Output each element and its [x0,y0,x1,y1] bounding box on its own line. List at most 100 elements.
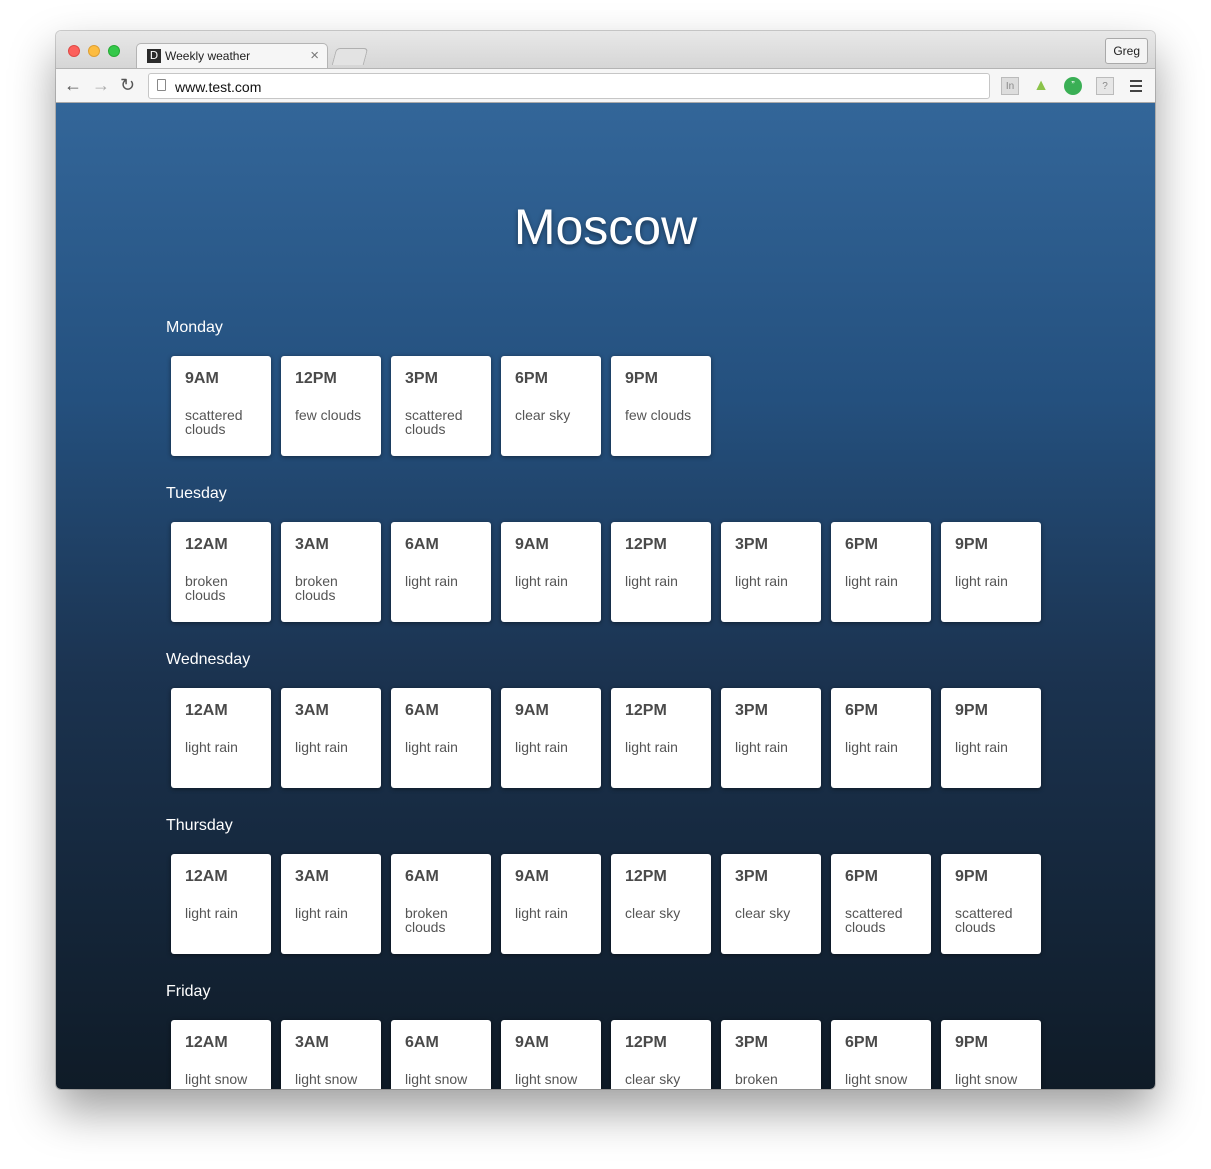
menu-icon[interactable] [1130,80,1142,95]
help-extension-icon[interactable]: ? [1096,77,1114,95]
forecast-time: 9PM [955,868,988,885]
new-tab-button[interactable] [331,48,369,65]
forecast-condition: light rain [735,739,788,755]
forecast-time: 3PM [735,1034,768,1051]
forecast-card: 12PM clear sky [611,854,711,954]
hangouts-icon[interactable]: ” [1064,77,1082,95]
forecast-card: 9PM few clouds [611,356,711,456]
forecast-time: 12AM [185,868,228,885]
forecast-condition: light rain [295,905,348,921]
forecast-time: 12PM [625,868,667,885]
forecast-card: 12AM light rain [171,854,271,954]
forecast-card: 9AM light rain [501,688,601,788]
forecast-card: 3AM light rain [281,688,381,788]
day-section: Tuesday 12AM broken clouds 3AM broken clouds… [166,485,1066,651]
forecast-card: 12PM light rain [611,688,711,788]
forecast-time: 3AM [295,868,329,885]
forecast-condition: scattered clouds [955,905,1013,935]
forecast-condition: light rain [185,905,238,921]
day-section: Thursday 12AM light rain 3AM light rain 6AM br… [166,817,1066,983]
forecast-card: 6AM light snow [391,1020,491,1089]
forecast-card: 6PM scattered clouds [831,854,931,954]
forecast-time: 9AM [185,370,219,387]
forecast-time: 3PM [735,702,768,719]
forecast-condition: broken clouds [295,573,338,603]
forecast-time: 6PM [845,702,878,719]
forecast-cards: 12AM light rain 3AM light rain 6AM light rain… [171,688,1051,788]
browser-window: D Weekly weather × Greg ← → ↻ www.test.c… [56,31,1155,1089]
forecast-time: 9PM [625,370,658,387]
forecast-cards: 9AM scattered clouds 12PM few clouds 3PM scat… [171,356,721,456]
forecast-time: 6AM [405,702,439,719]
android-icon[interactable]: ▲ [1032,77,1050,95]
favicon-icon: D [147,49,161,63]
forecast-time: 3AM [295,536,329,553]
url-text[interactable]: www.test.com [175,79,261,95]
forecast-card: 12AM light snow [171,1020,271,1089]
forecast-card: 3PM scattered clouds [391,356,491,456]
forecast-card: 3PM broken [721,1020,821,1089]
day-section: Wednesday 12AM light rain 3AM light rain 6AM l… [166,651,1066,817]
forecast-time: 6AM [405,1034,439,1051]
forecast-card: 9AM light rain [501,854,601,954]
forecast-time: 3PM [405,370,438,387]
reload-icon[interactable]: ↻ [120,74,135,96]
forecast-card: 6AM broken clouds [391,854,491,954]
forecast-condition: few clouds [625,407,692,423]
forecast-time: 12AM [185,536,228,553]
day-name: Tuesday [166,485,227,502]
back-arrow-icon[interactable]: ← [64,74,82,96]
forecast-time: 9PM [955,1034,988,1051]
forecast-time: 6AM [405,868,439,885]
forecast-time: 3AM [295,1034,329,1051]
extension-in-icon[interactable]: In [1001,77,1019,95]
forecast-time: 6PM [845,536,878,553]
forecast-condition: broken clouds [185,573,228,603]
forecast-time: 3PM [735,868,768,885]
forecast-card: 6PM light rain [831,688,931,788]
forecast-card: 9PM light rain [941,522,1041,622]
forecast-condition: light snow [955,1071,1018,1087]
day-section: Friday 12AM light snow 3AM light snow 6AM ligh… [166,983,1066,1089]
day-name: Thursday [166,817,233,834]
forecast-time: 6PM [845,868,878,885]
forecast-time: 12PM [625,536,667,553]
forecast-card: 9PM light snow [941,1020,1041,1089]
address-bar[interactable]: www.test.com [148,73,990,99]
forecast-time: 12PM [625,702,667,719]
forecast-card: 12AM broken clouds [171,522,271,622]
forecast-condition: light rain [405,573,458,589]
forecast-condition: light rain [515,573,568,589]
forecast-time: 3PM [735,536,768,553]
forecast-condition: light rain [625,573,678,589]
page-content: Moscow Monday 9AM scattered clouds 12PM few … [56,103,1155,1089]
forecast-card: 9AM scattered clouds [171,356,271,456]
forecast-time: 9AM [515,536,549,553]
close-tab-icon[interactable]: × [310,47,319,64]
close-window-button[interactable] [68,45,80,57]
tab-weekly-weather[interactable]: D Weekly weather × [136,43,328,69]
minimize-window-button[interactable] [88,45,100,57]
forecast-card: 3PM light rain [721,688,821,788]
zoom-window-button[interactable] [108,45,120,57]
forecast-time: 9AM [515,1034,549,1051]
forecast-condition: light snow [185,1071,248,1087]
forecast-condition: light rain [295,739,348,755]
forecast-condition: broken clouds [405,905,448,935]
forecast-cards: 12AM light snow 3AM light snow 6AM light snow… [171,1020,1051,1089]
forecast-condition: light rain [185,739,238,755]
forecast-card: 12PM light rain [611,522,711,622]
forecast-card: 3AM broken clouds [281,522,381,622]
forecast-condition: clear sky [625,905,681,921]
forward-arrow-icon[interactable]: → [92,74,110,96]
forecast-condition: broken [735,1071,778,1087]
browser-toolbar: ← → ↻ www.test.com In ▲ ” ? [56,68,1155,103]
profile-button[interactable]: Greg [1105,38,1148,64]
forecast-card: 6PM clear sky [501,356,601,456]
forecast-time: 12PM [295,370,337,387]
forecast-condition: clear sky [625,1071,681,1087]
forecast-condition: light rain [845,573,898,589]
forecast-time: 6PM [845,1034,878,1051]
forecast-condition: scattered clouds [185,407,243,437]
forecast-condition: light rain [405,739,458,755]
